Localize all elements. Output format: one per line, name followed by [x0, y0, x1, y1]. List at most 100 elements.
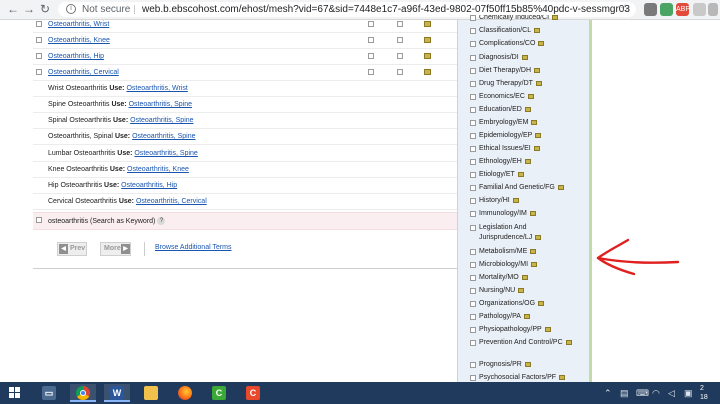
major-concept-checkbox[interactable] [397, 69, 403, 75]
subheading-item[interactable]: Psychosocial Factors/PF [470, 371, 566, 382]
start-button[interactable] [0, 382, 30, 404]
scope-note-icon[interactable] [529, 211, 536, 216]
subheading-item[interactable]: Familial And Genetic/FG [470, 181, 564, 194]
term-checkbox[interactable] [36, 69, 42, 75]
subheading-checkbox[interactable] [470, 158, 476, 165]
subheading-checkbox[interactable] [470, 374, 476, 381]
use-target-link[interactable]: Osteoarthritis, Knee [127, 166, 189, 173]
subheading-item[interactable]: Embryology/EM [470, 116, 538, 129]
scope-note-icon[interactable] [524, 107, 531, 112]
keyboard-icon[interactable]: ⌨ [636, 387, 649, 399]
scope-note-icon[interactable] [535, 133, 542, 138]
use-target-link[interactable]: Osteoarthritis, Spine [134, 150, 197, 157]
term-link[interactable]: Osteoarthritis, Hip [48, 49, 104, 65]
subheading-checkbox[interactable] [470, 93, 476, 100]
scope-note-icon[interactable] [531, 120, 538, 125]
subheading-item[interactable]: Nursing/NU [470, 284, 525, 297]
subheading-checkbox[interactable] [470, 248, 476, 255]
subheading-item[interactable]: Complications/CO [470, 37, 545, 50]
use-target-link[interactable]: Osteoarthritis, Hip [121, 182, 177, 189]
subheading-checkbox[interactable] [470, 300, 476, 307]
subheading-checkbox[interactable] [470, 40, 476, 47]
subheading-item[interactable]: Drug Therapy/DT [470, 77, 542, 90]
taskbar-app-explorer[interactable] [138, 384, 164, 402]
clock[interactable]: 2 18 [700, 384, 708, 402]
explode-checkbox[interactable] [368, 69, 374, 75]
subheading-item[interactable]: Economics/EC [470, 90, 534, 103]
adblock-icon[interactable]: ABP [676, 3, 690, 16]
term-checkbox[interactable] [36, 21, 42, 27]
scope-note-icon[interactable] [535, 81, 542, 86]
extension-icon[interactable] [660, 3, 673, 16]
subheading-checkbox[interactable] [470, 210, 476, 217]
major-concept-checkbox[interactable] [397, 37, 403, 43]
subheading-checkbox[interactable] [470, 119, 476, 126]
subheading-checkbox[interactable] [470, 67, 476, 74]
scope-note-icon[interactable] [544, 327, 551, 332]
subheading-item[interactable]: Classification/CL [470, 24, 541, 37]
scope-note-icon[interactable] [523, 314, 530, 319]
scope-note-icon[interactable] [538, 41, 545, 46]
scope-note-icon[interactable] [531, 262, 538, 267]
taskbar-app-chrome[interactable] [70, 384, 96, 402]
subheading-item[interactable]: Diet Therapy/DH [470, 64, 541, 77]
taskbar-app-firefox[interactable] [172, 384, 198, 402]
subheading-checkbox[interactable] [470, 184, 476, 191]
subheading-item[interactable]: Physiopathology/PP [470, 323, 551, 336]
term-checkbox[interactable] [36, 37, 42, 43]
taskbar-app-camtasia[interactable]: C [240, 384, 266, 402]
extension-icon[interactable] [693, 3, 706, 16]
explode-checkbox[interactable] [368, 37, 374, 43]
extension-icon[interactable] [708, 3, 718, 16]
scope-note-icon[interactable] [530, 249, 537, 254]
subheading-checkbox[interactable] [470, 197, 476, 204]
language-icon[interactable]: ▣ [684, 387, 693, 399]
major-concept-checkbox[interactable] [397, 21, 403, 27]
term-checkbox[interactable] [36, 53, 42, 59]
subheading-checkbox[interactable] [470, 27, 476, 34]
scope-note-icon[interactable] [424, 21, 431, 27]
subheading-checkbox[interactable] [470, 361, 476, 368]
term-link[interactable]: Osteoarthritis, Wrist [48, 17, 109, 33]
subheading-checkbox[interactable] [470, 313, 476, 320]
forward-icon[interactable]: → [22, 2, 36, 16]
reload-icon[interactable]: ↻ [38, 2, 52, 16]
subheading-checkbox[interactable] [470, 132, 476, 139]
wifi-icon[interactable]: ◠ [652, 387, 660, 399]
subheading-item[interactable]: Pathology/PA [470, 310, 530, 323]
network-icon[interactable]: ▤ [620, 387, 629, 399]
major-concept-checkbox[interactable] [397, 53, 403, 59]
subheading-item[interactable]: Metabolism/ME [470, 245, 537, 258]
use-target-link[interactable]: Osteoarthritis, Spine [129, 101, 192, 108]
browse-additional-terms-link[interactable]: Browse Additional Terms [155, 244, 232, 251]
subheading-item[interactable]: Mortality/MO [470, 271, 528, 284]
scope-note-icon[interactable] [565, 340, 572, 345]
use-target-link[interactable]: Osteoarthritis, Wrist [126, 85, 187, 92]
scope-note-icon[interactable] [534, 68, 541, 73]
scope-note-icon[interactable] [535, 235, 542, 240]
scope-note-icon[interactable] [557, 185, 564, 190]
scope-note-icon[interactable] [538, 301, 545, 306]
subheading-item[interactable]: Organizations/OG [470, 297, 545, 310]
subheading-item[interactable]: Microbiology/MI [470, 258, 538, 271]
subheading-checkbox[interactable] [470, 326, 476, 333]
url-text[interactable]: web.b.ebscohost.com/ehost/mesh?vid=67&si… [142, 2, 630, 17]
use-target-link[interactable]: Osteoarthritis, Cervical [136, 198, 207, 205]
taskbar-app[interactable]: ▭ [36, 384, 62, 402]
subheading-checkbox[interactable] [470, 145, 476, 152]
scope-note-icon[interactable] [424, 69, 431, 75]
explode-checkbox[interactable] [368, 53, 374, 59]
extension-icon[interactable] [644, 3, 657, 16]
subheading-item[interactable]: History/HI [470, 194, 519, 207]
star-icon[interactable]: ☆ [620, 2, 630, 17]
help-icon[interactable]: ? [157, 217, 166, 226]
subheading-checkbox[interactable] [470, 224, 476, 231]
scope-note-icon[interactable] [559, 375, 566, 380]
subheading-checkbox[interactable] [470, 54, 476, 61]
scope-note-icon[interactable] [527, 94, 534, 99]
subheading-item[interactable]: Ethical Issues/EI [470, 142, 540, 155]
taskbar-app-word[interactable]: W [104, 384, 130, 402]
subheading-checkbox[interactable] [470, 339, 476, 346]
use-target-link[interactable]: Osteoarthritis, Spine [130, 117, 193, 124]
subheading-item[interactable]: Prevention And Control/PC [470, 336, 572, 349]
